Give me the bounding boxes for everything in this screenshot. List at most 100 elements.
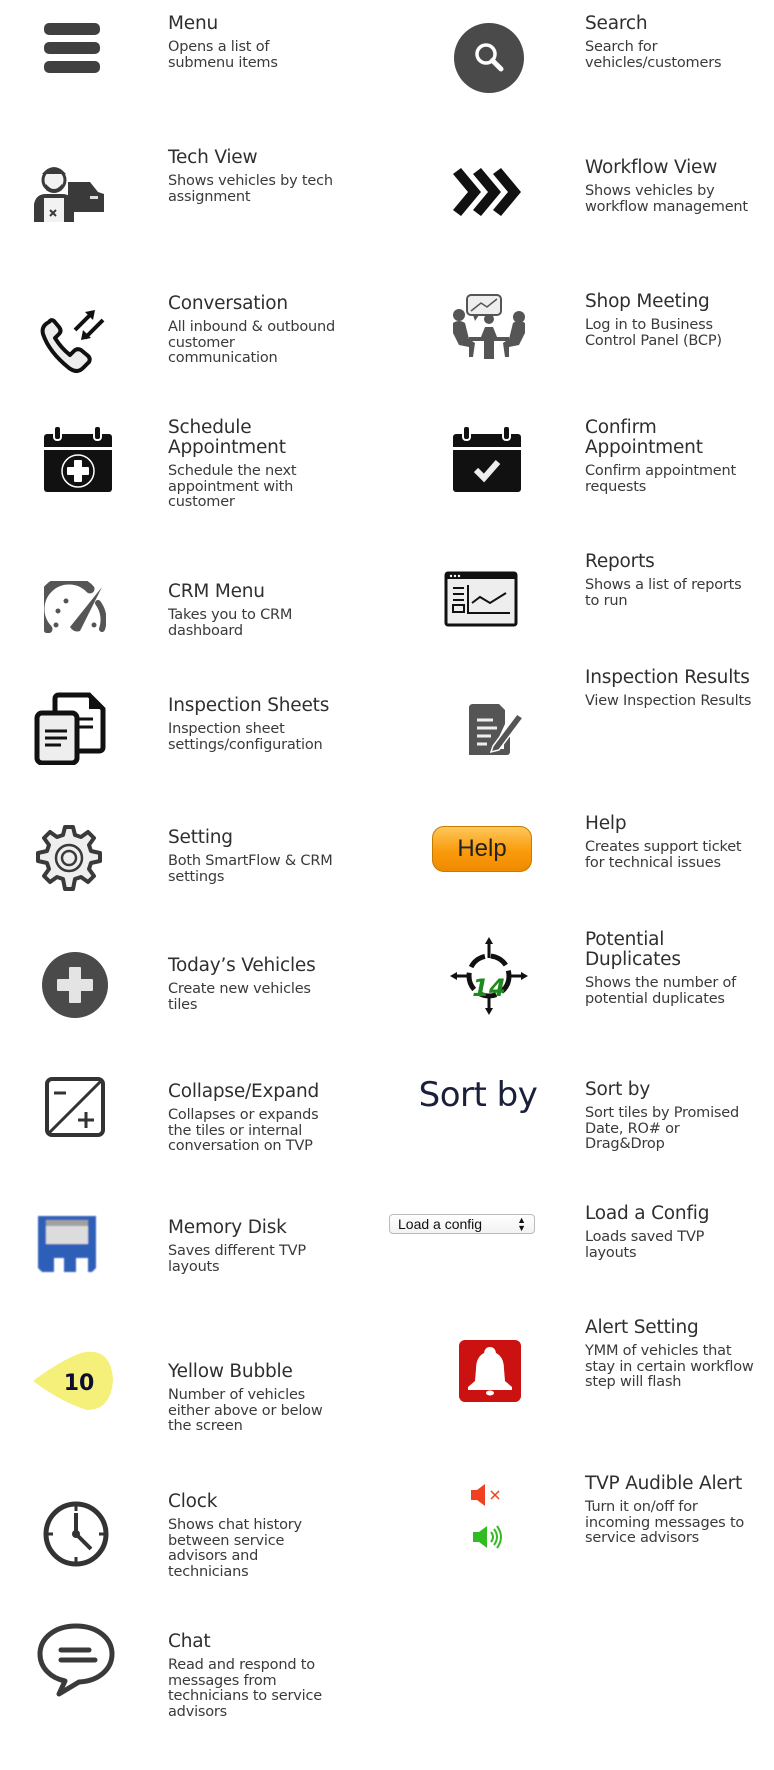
item-title: Tech View bbox=[168, 147, 258, 168]
item-title: Help bbox=[585, 813, 627, 834]
speaker-sound-icon[interactable] bbox=[469, 1522, 509, 1552]
item-description: Loads saved TVP layouts bbox=[585, 1229, 705, 1261]
item-title: Inspection Sheets bbox=[168, 695, 330, 716]
item-title: Search bbox=[585, 13, 648, 34]
item-title: Schedule Appointment bbox=[168, 417, 286, 458]
item-title: TVP Audible Alert bbox=[585, 1473, 743, 1494]
item-title: Sort by bbox=[585, 1079, 651, 1100]
item-description: Collapses or expands the tiles or intern… bbox=[168, 1107, 319, 1154]
collapse-expand-icon bbox=[42, 1074, 108, 1140]
item-description: Saves different TVP layouts bbox=[168, 1243, 306, 1275]
item-description: Turn it on/off for incoming messages to … bbox=[585, 1499, 745, 1546]
crosshair-count-icon: 14 bbox=[449, 936, 529, 1016]
item-description: Number of vehicles either above or below… bbox=[168, 1387, 323, 1434]
chat-bubble-icon bbox=[36, 1620, 116, 1700]
legend-item-tvp-audible-alert: TVP Audible Alert Turn it on/off for inc… bbox=[387, 1470, 774, 1610]
item-description: Takes you to CRM dashboard bbox=[168, 607, 293, 639]
legend-item-chat: Chat Read and respond to messages from t… bbox=[0, 1620, 387, 1770]
legend-item-setting: Setting Both SmartFlow & CRM settings bbox=[0, 820, 387, 940]
item-title: Clock bbox=[168, 1491, 218, 1512]
legend-item-reports: Reports Shows a list of reports to run bbox=[387, 552, 774, 680]
item-title: Inspection Results bbox=[585, 667, 750, 688]
legend-item-help: Help Help Creates support ticket for tec… bbox=[387, 810, 774, 930]
legend-item-conversation: Conversation All inbound & outbound cust… bbox=[0, 280, 387, 410]
legend-item-sort-by: Sort by Sort by Sort tiles by Promised D… bbox=[387, 1070, 774, 1200]
legend-item-confirm-appointment: Confirm Appointment Confirm appointment … bbox=[387, 417, 774, 550]
item-title: Alert Setting bbox=[585, 1317, 699, 1338]
duplicate-count: 14 bbox=[472, 974, 505, 1002]
triple-chevron-right-icon bbox=[447, 164, 527, 220]
item-description: View Inspection Results bbox=[585, 693, 752, 709]
floppy-disk-icon bbox=[34, 1210, 100, 1276]
item-description: Sort tiles by Promised Date, RO# or Drag… bbox=[585, 1105, 739, 1152]
legend-item-tech-view: Tech View Shows vehicles by tech assignm… bbox=[0, 140, 387, 270]
help-button-label: Help bbox=[432, 826, 532, 872]
item-description: Log in to Business Control Panel (BCP) bbox=[585, 317, 722, 349]
yellow-bubble-icon: 10 bbox=[30, 1350, 116, 1412]
search-icon bbox=[453, 22, 525, 94]
item-title: Collapse/Expand bbox=[168, 1081, 320, 1102]
item-description: Confirm appointment requests bbox=[585, 463, 736, 495]
item-title: CRM Menu bbox=[168, 581, 265, 602]
item-description: Read and respond to messages from techni… bbox=[168, 1657, 322, 1720]
legend-item-potential-duplicates: 14 Potential Duplicates Shows the number… bbox=[387, 930, 774, 1060]
select-arrows-icon: ▲ ▼ bbox=[517, 1215, 526, 1233]
config-select[interactable]: Load a config ▲ ▼ bbox=[387, 1212, 537, 1236]
sort-by-text-icon[interactable]: Sort by bbox=[413, 1070, 543, 1120]
legend-item-todays-vehicles: Today’s Vehicles Create new vehicles til… bbox=[0, 950, 387, 1070]
config-select-value: Load a config bbox=[398, 1216, 483, 1232]
item-description: Both SmartFlow & CRM settings bbox=[168, 853, 333, 885]
item-description: Schedule the next appointment with custo… bbox=[168, 463, 297, 510]
legend-item-memory-disk: Memory Disk Saves different TVP layouts bbox=[0, 1210, 387, 1330]
bubble-count: 10 bbox=[64, 1371, 95, 1396]
item-title: Workflow View bbox=[585, 157, 718, 178]
item-description: Shows vehicles by workflow management bbox=[585, 183, 748, 215]
legend-item-schedule-appointment: Schedule Appointment Schedule the next a… bbox=[0, 417, 387, 550]
dashboard-gauge-icon bbox=[42, 580, 108, 634]
speaker-mute-icon[interactable] bbox=[467, 1480, 507, 1510]
report-chart-icon bbox=[443, 570, 519, 628]
item-description: Shows the number of potential duplicates bbox=[585, 975, 737, 1007]
help-button-icon[interactable]: Help bbox=[431, 824, 533, 874]
documents-icon bbox=[32, 690, 108, 766]
item-description: Shows vehicles by tech assignment bbox=[168, 173, 333, 205]
item-title: Memory Disk bbox=[168, 1217, 287, 1238]
legend-item-load-config: Load a config ▲ ▼ Load a Config Loads save… bbox=[387, 1200, 774, 1320]
item-title: Shop Meeting bbox=[585, 291, 710, 312]
item-description: Shows a list of reports to run bbox=[585, 577, 742, 609]
legend-item-workflow-view: Workflow View Shows vehicles by workflow… bbox=[387, 140, 774, 270]
legend-item-collapse-expand: Collapse/Expand Collapses or expands the… bbox=[0, 1070, 387, 1200]
gear-icon bbox=[32, 822, 106, 896]
legend-item-yellow-bubble: 10 Yellow Bubble Number of vehicles eith… bbox=[0, 1330, 387, 1480]
bell-alert-icon[interactable] bbox=[457, 1338, 523, 1404]
item-description: YMM of vehicles that stay in certain wor… bbox=[585, 1343, 754, 1390]
item-description: Shows chat history between service advis… bbox=[168, 1517, 302, 1580]
item-description: Creates support ticket for technical iss… bbox=[585, 839, 742, 871]
meeting-icon bbox=[449, 288, 529, 368]
calendar-plus-icon bbox=[40, 422, 114, 496]
legend-item-shop-meeting: Shop Meeting Log in to Business Control … bbox=[387, 280, 774, 410]
edit-document-icon bbox=[461, 698, 527, 760]
item-description: Opens a list of submenu items bbox=[168, 39, 278, 71]
legend-item-alert-setting: Alert Setting YMM of vehicles that stay … bbox=[387, 1317, 774, 1460]
item-title: Load a Config bbox=[585, 1203, 710, 1224]
legend-item-inspection-results: Inspection Results View Inspection Resul… bbox=[387, 667, 774, 810]
item-title: Chat bbox=[168, 1631, 211, 1652]
technician-car-icon bbox=[32, 162, 108, 224]
item-title: Today’s Vehicles bbox=[168, 955, 316, 976]
item-description: Search for vehicles/customers bbox=[585, 39, 722, 71]
clock-icon bbox=[40, 1498, 112, 1570]
item-description: All inbound & outbound customer communic… bbox=[168, 319, 335, 366]
legend-item-clock: Clock Shows chat history between service… bbox=[0, 1480, 387, 1620]
legend-item-crm-menu: CRM Menu Takes you to CRM dashboard bbox=[0, 560, 387, 680]
plus-circle-icon bbox=[40, 950, 110, 1020]
item-title: Conversation bbox=[168, 293, 288, 314]
hamburger-menu-icon bbox=[40, 16, 104, 80]
calendar-check-icon bbox=[449, 422, 523, 496]
item-description: Inspection sheet settings/configuration bbox=[168, 721, 323, 753]
item-title: Setting bbox=[168, 827, 233, 848]
item-description: Create new vehicles tiles bbox=[168, 981, 311, 1013]
item-title: Reports bbox=[585, 551, 655, 572]
legend-item-search: Search Search for vehicles/customers bbox=[387, 0, 774, 120]
item-title: Confirm Appointment bbox=[585, 417, 703, 458]
